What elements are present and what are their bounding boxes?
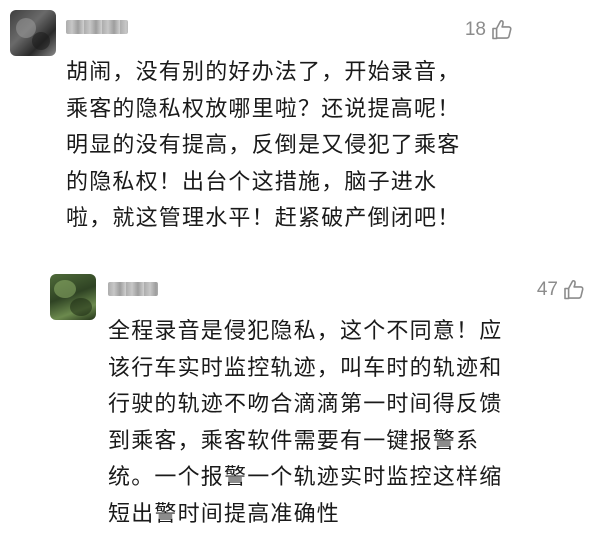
comment-text: 全程录音是侵犯隐私，这个不同意！应 该行车实时监控轨迹，叫车时的轨迹和 行驶的轨… — [108, 314, 594, 533]
avatar-blur — [32, 32, 50, 50]
comment-line: 该行车实时监控轨迹，叫车时的轨迹和 — [108, 355, 503, 381]
comment-item: 18 胡闹，没有别的好办法了，开始录音， 乘客的隐私权放哪里啦？还说提高呢！ 明… — [0, 0, 600, 262]
comment-line: 乘客的隐私权放哪里啦？还说提高呢！ — [66, 96, 461, 122]
thumbs-up-icon — [562, 278, 586, 302]
comment-reply-item: 47 全程录音是侵犯隐私，这个不同意！应 该行车实时监控轨迹，叫车时的轨迹和 行… — [0, 262, 600, 558]
comment-line: 明显的没有提高，反倒是又侵犯了乘客 — [66, 133, 461, 158]
comment-line: 全程录音是侵犯隐私，这个不同意！应 — [108, 319, 503, 344]
thumbs-up-icon — [490, 18, 514, 42]
avatar[interactable] — [50, 274, 96, 320]
comment-text: 胡闹，没有别的好办法了，开始录音， 乘客的隐私权放哪里啦？还说提高呢！ 明显的没… — [66, 55, 586, 238]
comment-line: 统。一个报警一个轨迹实时监控这样缩 — [108, 465, 503, 490]
like-button[interactable]: 18 — [465, 18, 514, 42]
comment-line: 的隐私权！出台个这措施，脑子进水 — [66, 169, 438, 195]
avatar-blur — [70, 298, 92, 316]
username-blurred[interactable] — [66, 20, 128, 34]
like-count: 18 — [464, 19, 486, 40]
comment-line: 胡闹，没有别的好办法了，开始录音， — [66, 60, 461, 85]
like-button[interactable]: 47 — [537, 278, 586, 302]
avatar-blur — [54, 280, 76, 298]
avatar[interactable] — [10, 10, 56, 56]
comment-line: 啦，就这管理水平！赶紧破产倒闭吧！ — [66, 206, 461, 231]
comment-line: 短出警时间提高准确性 — [108, 501, 341, 527]
comment-line: 行驶的轨迹不吻合滴滴第一时间得反馈 — [108, 392, 503, 417]
comment-line: 到乘客，乘客软件需要有一键报警系 — [108, 428, 480, 454]
like-count: 47 — [536, 279, 558, 300]
username-blurred[interactable] — [108, 282, 158, 296]
